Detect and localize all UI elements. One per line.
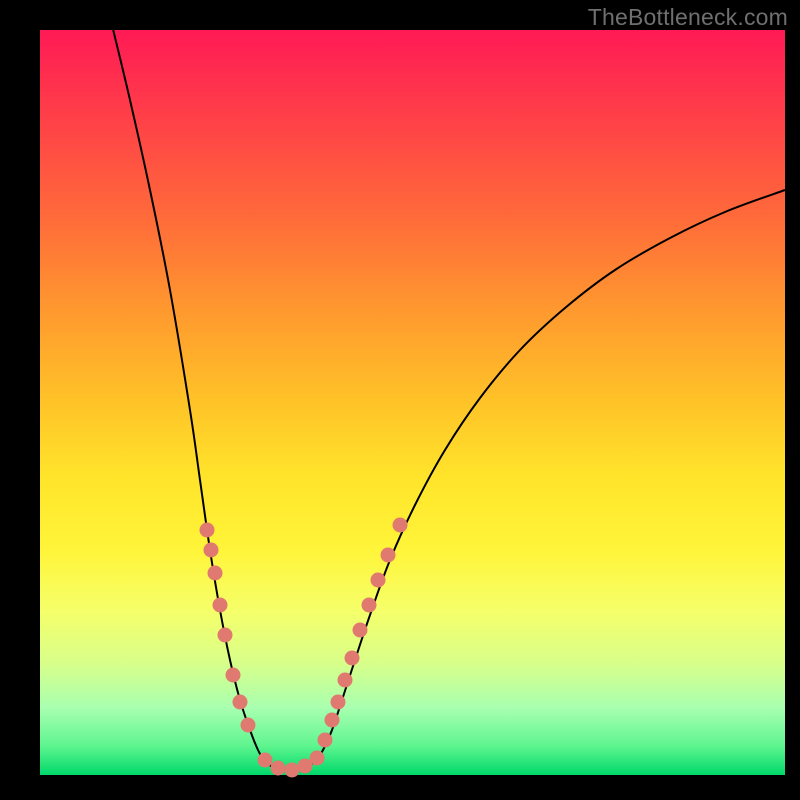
scatter-dot [218, 628, 233, 643]
scatter-dot [393, 518, 408, 533]
scatter-dot [345, 651, 360, 666]
scatter-dots [200, 518, 408, 778]
scatter-dot [208, 566, 223, 581]
scatter-dot [258, 753, 273, 768]
scatter-dot [241, 718, 256, 733]
watermark-text: TheBottleneck.com [588, 4, 788, 31]
chart-stage: TheBottleneck.com [0, 0, 800, 800]
scatter-dot [213, 598, 228, 613]
curve-svg [40, 30, 785, 775]
scatter-dot [338, 673, 353, 688]
scatter-dot [204, 543, 219, 558]
scatter-dot [381, 548, 396, 563]
scatter-dot [271, 761, 286, 776]
scatter-dot [331, 695, 346, 710]
curve-right-path [315, 190, 785, 762]
scatter-dot [310, 751, 325, 766]
scatter-dot [371, 573, 386, 588]
scatter-dot [353, 623, 368, 638]
scatter-dot [325, 713, 340, 728]
scatter-dot [362, 598, 377, 613]
plot-area [40, 30, 785, 775]
scatter-dot [226, 668, 241, 683]
scatter-dot [285, 763, 300, 778]
curve-left-path [112, 25, 265, 762]
scatter-dot [318, 733, 333, 748]
scatter-dot [200, 523, 215, 538]
scatter-dot [233, 695, 248, 710]
